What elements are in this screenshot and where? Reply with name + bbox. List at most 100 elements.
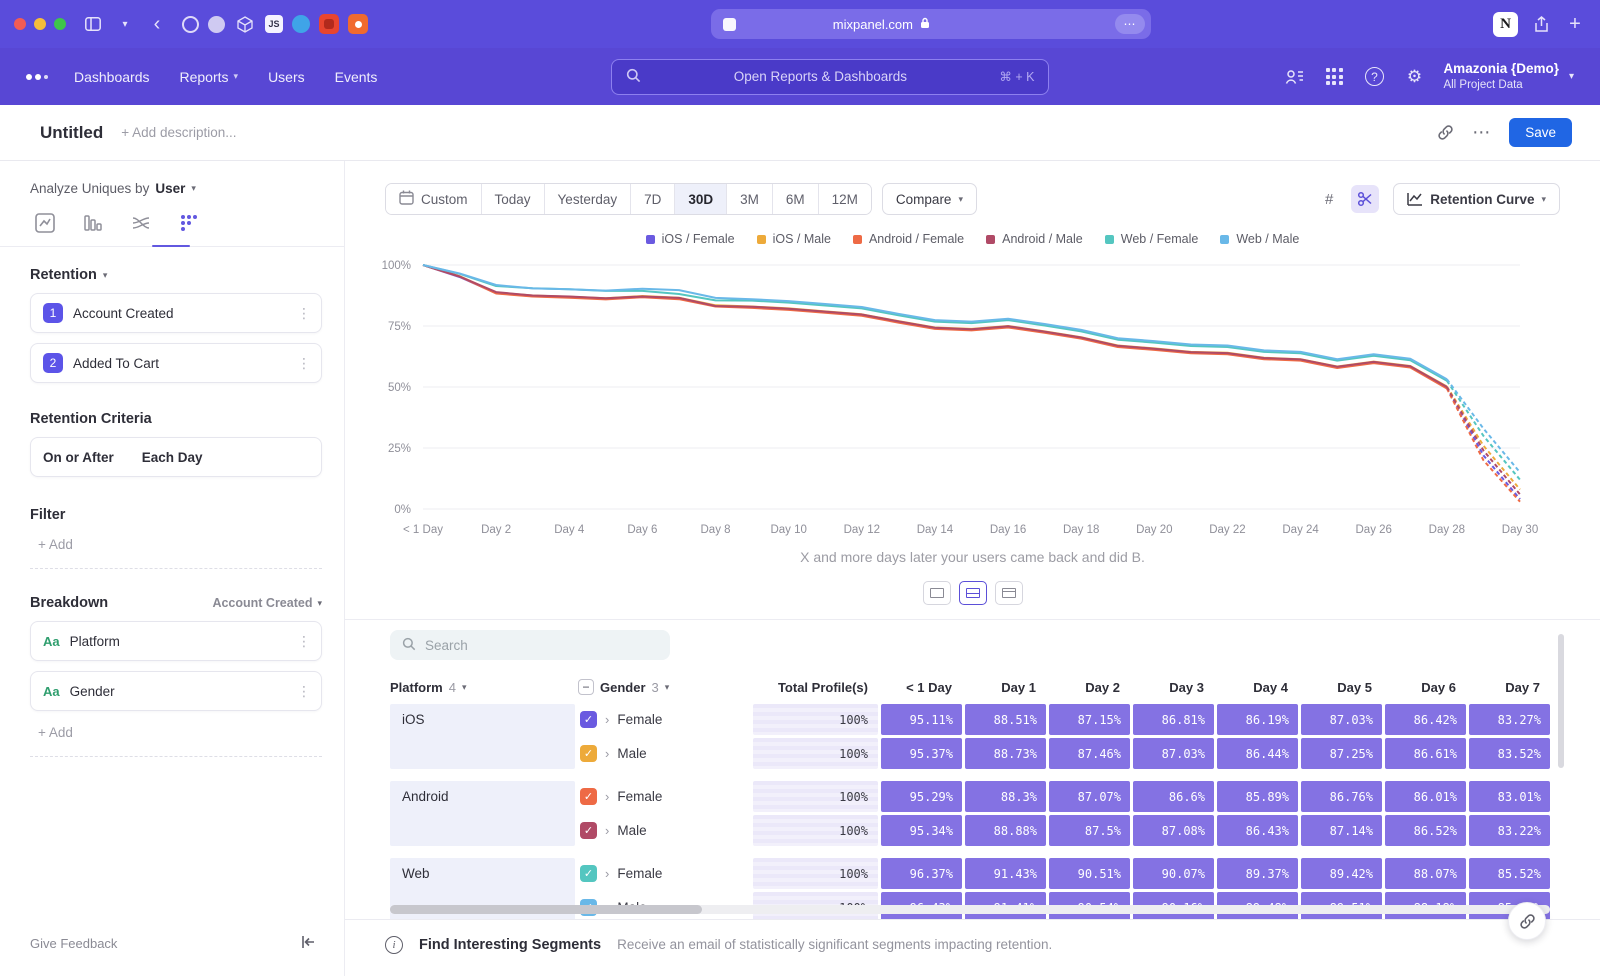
date-range-6m[interactable]: 6M xyxy=(773,184,819,214)
gender-cell[interactable]: ✓›Male xyxy=(578,815,750,846)
help-icon[interactable]: ? xyxy=(1363,66,1385,88)
vertical-scrollbar-thumb[interactable] xyxy=(1558,634,1564,768)
analyze-entity-select[interactable]: User xyxy=(155,181,185,196)
minimize-window-icon[interactable] xyxy=(34,18,46,30)
row-checkbox[interactable]: ✓ xyxy=(580,745,597,762)
column-gender[interactable]: − Gender3 ▾ xyxy=(578,679,750,695)
notion-app-icon[interactable]: N xyxy=(1493,12,1518,37)
maximize-window-icon[interactable] xyxy=(54,18,66,30)
row-checkbox[interactable]: ✓ xyxy=(580,822,597,839)
column-platform[interactable]: Platform4 ▾ xyxy=(390,680,575,695)
criteria-each-day[interactable]: Each Day xyxy=(142,450,203,465)
date-range-yesterday[interactable]: Yesterday xyxy=(545,184,632,214)
gender-indeterminate-checkbox[interactable]: − xyxy=(578,679,594,695)
address-more-icon[interactable]: ⋯ xyxy=(1115,14,1145,34)
legend-item[interactable]: Android / Female xyxy=(853,232,964,246)
red-extension-icon[interactable] xyxy=(319,14,339,34)
column-total-profile-s-[interactable]: Total Profile(s) xyxy=(753,680,878,695)
toggle-table-only[interactable] xyxy=(995,581,1023,605)
tab-insights[interactable] xyxy=(34,212,56,234)
report-title[interactable]: Untitled xyxy=(40,123,103,143)
close-window-icon[interactable] xyxy=(14,18,26,30)
nav-item-users[interactable]: Users xyxy=(268,69,305,85)
legend-item[interactable]: Web / Female xyxy=(1105,232,1199,246)
blue-extension-icon[interactable] xyxy=(292,15,310,33)
kebab-menu-icon[interactable]: ⋮ xyxy=(297,355,311,372)
cube-icon[interactable] xyxy=(234,13,256,35)
annotations-icon[interactable]: # xyxy=(1315,185,1343,213)
column--1-day[interactable]: < 1 Day xyxy=(881,680,962,695)
chart-type-select[interactable]: Retention Curve ▾ xyxy=(1393,183,1560,215)
step-card-2[interactable]: 2 Added To Cart ⋮ xyxy=(30,343,322,383)
kebab-menu-icon[interactable]: ⋮ xyxy=(297,683,311,700)
copy-link-icon[interactable] xyxy=(1437,124,1454,141)
save-button[interactable]: Save xyxy=(1509,118,1572,147)
date-range-30d[interactable]: 30D xyxy=(675,184,727,214)
chart-tools-icon[interactable] xyxy=(1351,185,1379,213)
tab-list-chevron-icon[interactable]: ▾ xyxy=(114,13,136,35)
breakdown-add-button[interactable]: + Add xyxy=(30,711,322,757)
back-icon[interactable]: ‹ xyxy=(146,13,168,35)
gender-cell[interactable]: ✓›Female xyxy=(578,858,750,889)
give-feedback-link[interactable]: Give Feedback xyxy=(30,936,117,951)
nav-item-events[interactable]: Events xyxy=(335,69,378,85)
date-range-today[interactable]: Today xyxy=(482,184,545,214)
date-range-3m[interactable]: 3M xyxy=(727,184,773,214)
expand-row-icon[interactable]: › xyxy=(605,746,609,761)
tab-retention[interactable] xyxy=(178,212,200,234)
expand-row-icon[interactable]: › xyxy=(605,866,609,881)
kebab-menu-icon[interactable]: ⋮ xyxy=(297,305,311,322)
share-icon[interactable] xyxy=(1530,13,1552,35)
platform-cell[interactable]: Android xyxy=(390,781,575,846)
data-management-icon[interactable] xyxy=(1283,66,1305,88)
new-tab-icon[interactable]: + xyxy=(1564,13,1586,35)
project-switcher[interactable]: Amazonia {Demo} All Project Data xyxy=(1443,61,1559,92)
date-range-custom[interactable]: Custom xyxy=(386,184,482,214)
nav-item-dashboards[interactable]: Dashboards xyxy=(74,69,150,85)
legend-item[interactable]: Android / Male xyxy=(986,232,1083,246)
js-extension-icon[interactable]: JS xyxy=(265,15,283,33)
platform-cell[interactable]: iOS xyxy=(390,704,575,769)
legend-item[interactable]: iOS / Female xyxy=(646,232,735,246)
column-day-1[interactable]: Day 1 xyxy=(965,680,1046,695)
gender-cell[interactable]: ✓›Male xyxy=(578,738,750,769)
criteria-on-or-after[interactable]: On or After xyxy=(43,450,114,465)
filter-add-button[interactable]: + Add xyxy=(30,523,322,569)
nav-item-reports[interactable]: Reports▾ xyxy=(180,69,239,85)
horizontal-scrollbar[interactable] xyxy=(390,905,1550,914)
criteria-card[interactable]: On or After Each Day xyxy=(30,437,322,477)
retention-section-label[interactable]: Retention xyxy=(30,267,97,283)
settings-gear-icon[interactable]: ⚙ xyxy=(1403,66,1425,88)
column-day-5[interactable]: Day 5 xyxy=(1301,680,1382,695)
table-search-input[interactable]: Search xyxy=(390,630,670,660)
sidebar-toggle-icon[interactable] xyxy=(82,13,104,35)
step-card-1[interactable]: 1 Account Created ⋮ xyxy=(30,293,322,333)
breakdown-card-platform[interactable]: Aa Platform ⋮ xyxy=(30,621,322,661)
address-bar[interactable]: mixpanel.com ⋯ xyxy=(711,9,1151,39)
column-day-2[interactable]: Day 2 xyxy=(1049,680,1130,695)
column-day-7[interactable]: Day 7 xyxy=(1469,680,1550,695)
toggle-chart-and-table[interactable] xyxy=(959,581,987,605)
more-actions-icon[interactable]: ⋯ xyxy=(1472,122,1491,143)
gender-cell[interactable]: ✓›Female xyxy=(578,704,750,735)
orange-extension-icon[interactable] xyxy=(348,14,368,34)
column-day-6[interactable]: Day 6 xyxy=(1385,680,1466,695)
expand-row-icon[interactable]: › xyxy=(605,823,609,838)
gender-cell[interactable]: ✓›Female xyxy=(578,781,750,812)
breakdown-applies-to-select[interactable]: Account Created ▾ xyxy=(212,596,322,610)
tab-funnels[interactable] xyxy=(82,212,104,234)
date-range-7d[interactable]: 7D xyxy=(631,184,675,214)
extension-ring-icon[interactable] xyxy=(182,16,199,33)
collapse-sidebar-icon[interactable] xyxy=(300,935,316,952)
legend-item[interactable]: Web / Male xyxy=(1220,232,1299,246)
global-search-input[interactable]: Open Reports & Dashboards ⌘ + K xyxy=(611,59,1049,95)
extension-circle-icon[interactable] xyxy=(208,16,225,33)
horizontal-scrollbar-thumb[interactable] xyxy=(390,905,702,914)
toggle-chart-only[interactable] xyxy=(923,581,951,605)
row-checkbox[interactable]: ✓ xyxy=(580,711,597,728)
apps-grid-icon[interactable] xyxy=(1323,66,1345,88)
tab-flows[interactable] xyxy=(130,212,152,234)
report-description-placeholder[interactable]: + Add description... xyxy=(121,125,1419,140)
kebab-menu-icon[interactable]: ⋮ xyxy=(297,633,311,650)
find-segments-title[interactable]: Find Interesting Segments xyxy=(419,937,601,953)
